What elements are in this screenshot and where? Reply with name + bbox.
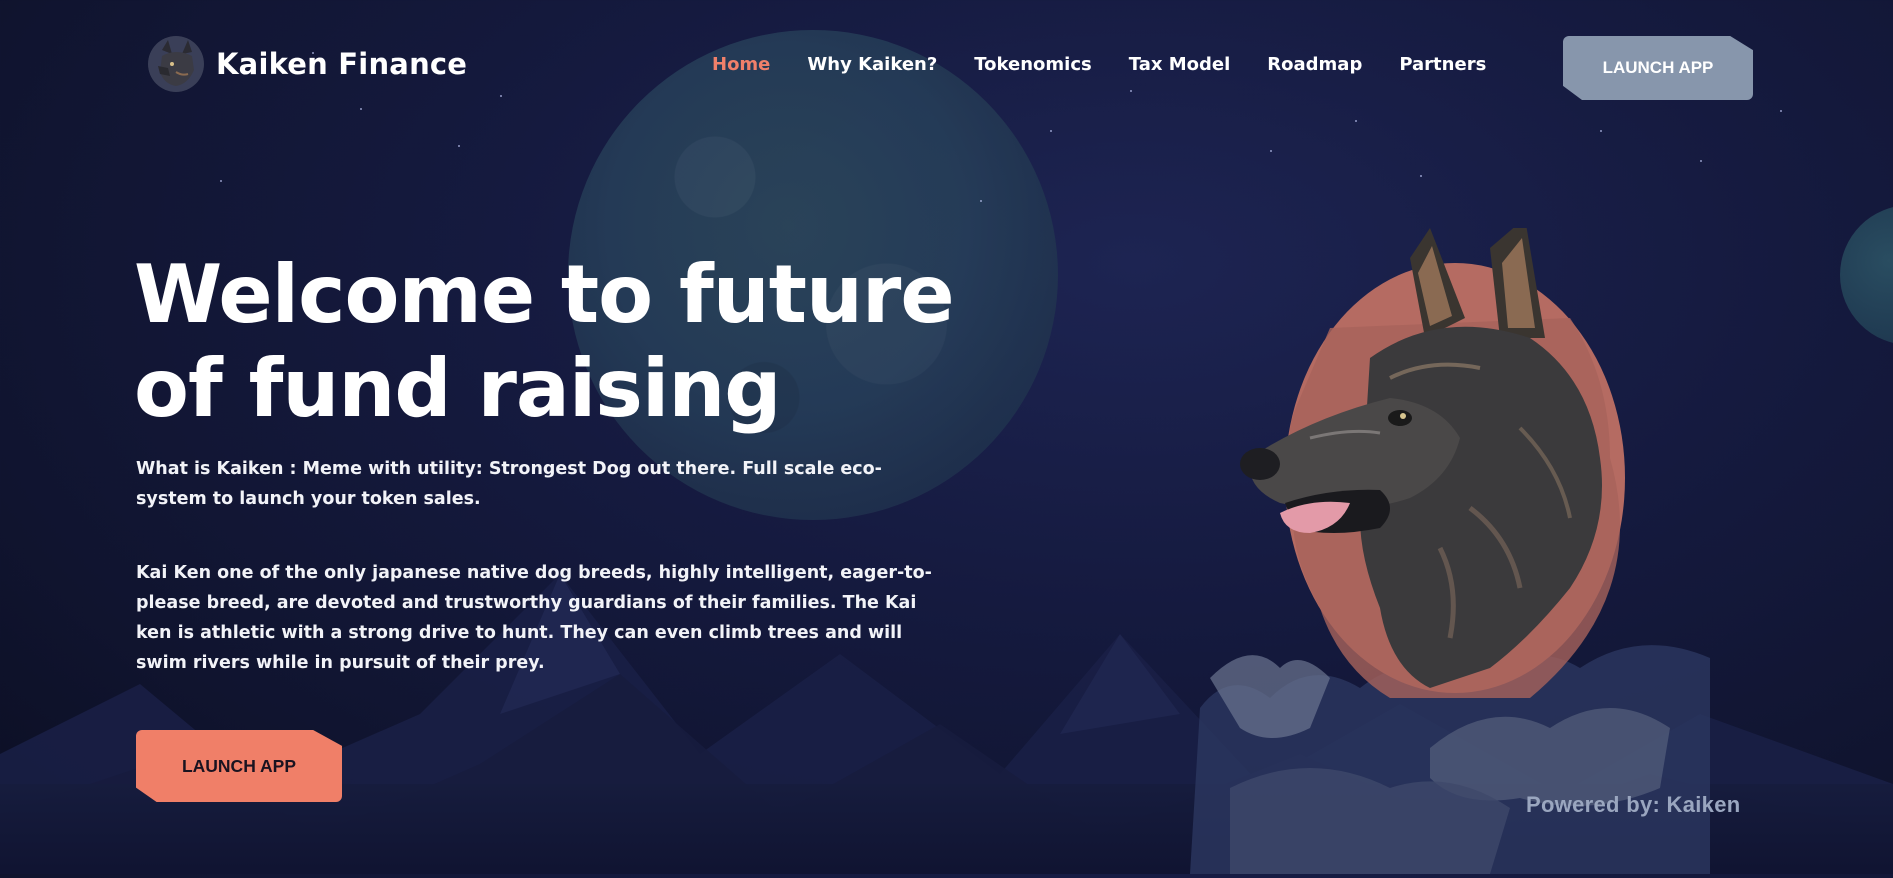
kai-ken-dog-illustration (1190, 218, 1710, 874)
brand-name[interactable]: Kaiken Finance (216, 47, 467, 81)
nav-partners[interactable]: Partners (1399, 54, 1486, 75)
launch-app-hero-button[interactable]: LAUNCH APP (136, 730, 342, 802)
nav-roadmap[interactable]: Roadmap (1267, 54, 1362, 75)
hero-title: Welcome to future of fund raising (134, 248, 1034, 436)
brand[interactable]: Kaiken Finance (148, 36, 467, 92)
nav-home[interactable]: Home (712, 54, 770, 75)
hero-subtitle: What is Kaiken : Meme with utility: Stro… (136, 459, 882, 509)
planet-illustration (1840, 205, 1893, 345)
nav-tokenomics[interactable]: Tokenomics (974, 54, 1091, 75)
top-navigation: Kaiken Finance Home Why Kaiken? Tokenomi… (0, 32, 1893, 102)
hero-description: Kai Ken one of the only japanese native … (136, 563, 932, 673)
nav-why-kaiken[interactable]: Why Kaiken? (807, 54, 937, 75)
kaiken-dog-logo-icon[interactable] (148, 36, 204, 92)
powered-by-text: Powered by: Kaiken (1526, 792, 1741, 817)
hero-title-line2: of fund raising (134, 342, 782, 435)
launch-app-nav-button[interactable]: LAUNCH APP (1563, 36, 1753, 100)
hero-title-line1: Welcome to future (134, 248, 955, 341)
nav-menu: Home Why Kaiken? Tokenomics Tax Model Ro… (712, 54, 1486, 75)
nav-tax-model[interactable]: Tax Model (1129, 54, 1231, 75)
